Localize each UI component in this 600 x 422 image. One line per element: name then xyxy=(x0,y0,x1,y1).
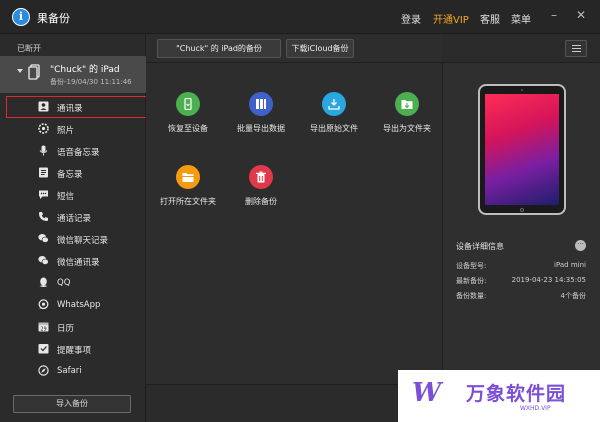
sidebar-item-voice-memos[interactable]: 语音备忘录 xyxy=(0,140,146,162)
login-link[interactable]: 登录 xyxy=(401,11,421,26)
sidebar-item-label: Safari xyxy=(57,366,82,376)
action-label: 打开所在文件夹 xyxy=(160,197,216,206)
watermark-url: WXHD.VIP xyxy=(520,405,551,412)
sidebar-item-call-history[interactable]: 通话记录 xyxy=(0,206,146,228)
sidebar-item-notes[interactable]: 备忘录 xyxy=(0,162,146,184)
action-label: 导出为文件夹 xyxy=(383,124,431,133)
notes-icon xyxy=(39,167,48,178)
action-label: 批量导出数据 xyxy=(237,124,285,133)
batch-export-button[interactable]: 批量导出数据 xyxy=(221,92,301,142)
whatsapp-icon xyxy=(38,299,49,310)
sidebar-item-label: 提醒事项 xyxy=(57,346,92,356)
action-label: 恢复至设备 xyxy=(168,124,208,133)
phone-icon xyxy=(39,212,48,221)
detail-value: 4个备份 xyxy=(560,292,586,300)
detail-key: 最新备份: xyxy=(456,277,487,285)
chevron-down-icon[interactable] xyxy=(17,69,23,73)
minimize-button[interactable]: – xyxy=(547,8,561,22)
sidebar-item-whatsapp[interactable]: WhatsApp xyxy=(0,294,146,316)
import-backup-button[interactable]: 导入备份 xyxy=(13,395,131,413)
watermark: W 万象软件园 WXHD.VIP xyxy=(398,370,600,422)
close-button[interactable]: ✕ xyxy=(574,8,588,22)
menu-link[interactable]: 菜单 xyxy=(511,11,531,26)
sidebar-item-label: 微信通讯录 xyxy=(57,258,100,268)
connection-status: 已断开 xyxy=(17,44,41,53)
export-folder-icon xyxy=(395,92,419,116)
action-label: 删除备份 xyxy=(245,197,277,206)
sidebar-item-label: 备忘录 xyxy=(57,170,83,180)
contacts-icon xyxy=(38,101,49,112)
action-label: 导出原始文件 xyxy=(310,124,358,133)
sidebar-item-qq[interactable]: QQ xyxy=(0,272,146,294)
detail-key: 设备型号: xyxy=(456,262,487,270)
sidebar-item-calendar[interactable]: 29 日历 xyxy=(0,316,146,338)
sidebar-item-messages[interactable]: 短信 xyxy=(0,184,146,206)
device-name: "Chuck" 的 iPad xyxy=(50,65,120,75)
calendar-icon: 29 xyxy=(38,322,49,332)
vip-link[interactable]: 开通VIP xyxy=(433,11,469,26)
export-raw-button[interactable]: 导出原始文件 xyxy=(294,92,374,142)
detail-value: 2019-04-23 14:35:05 xyxy=(511,276,586,284)
sidebar-item-contacts[interactable]: 通讯录 xyxy=(6,96,147,118)
sidebar-item-label: 通话记录 xyxy=(57,214,92,224)
device-backup-time: 备份-19/04/30 11:11:46 xyxy=(50,78,132,86)
ipad-image xyxy=(478,84,566,215)
delete-backup-icon xyxy=(249,165,273,189)
open-folder-button[interactable]: 打开所在文件夹 xyxy=(148,165,228,215)
delete-backup-button[interactable]: 删除备份 xyxy=(221,165,301,215)
service-link[interactable]: 客服 xyxy=(480,11,500,26)
qq-icon xyxy=(39,277,48,287)
photos-icon xyxy=(38,123,49,134)
sidebar-item-label: 语音备忘录 xyxy=(57,148,100,158)
message-icon xyxy=(39,190,48,199)
export-folder-button[interactable]: 导出为文件夹 xyxy=(367,92,447,142)
wechat-icon xyxy=(38,234,49,243)
sidebar-item-label: 短信 xyxy=(57,192,75,202)
svg-text:29: 29 xyxy=(40,326,46,332)
sidebar-item-label: QQ xyxy=(57,278,71,288)
open-folder-icon xyxy=(176,165,200,189)
list-icon xyxy=(572,45,581,46)
microphone-icon xyxy=(39,145,48,156)
ipad-screen xyxy=(485,94,559,205)
detail-value: iPad mini xyxy=(554,261,586,269)
restore-device-button[interactable]: 恢复至设备 xyxy=(148,92,228,142)
sidebar-item-label: 日历 xyxy=(57,324,75,334)
more-options-icon[interactable]: ··· xyxy=(575,240,586,251)
wechat-contacts-icon xyxy=(38,256,49,265)
sidebar-item-photos[interactable]: 照片 xyxy=(0,118,146,140)
app-logo-icon: i xyxy=(12,8,30,26)
safari-icon xyxy=(38,365,49,376)
title-bar: i 果备份 登录 开通VIP 客服 菜单 – ✕ xyxy=(0,0,600,34)
sidebar-item-reminders[interactable]: 提醒事项 xyxy=(0,338,146,360)
sidebar-item-label: 微信聊天记录 xyxy=(57,236,109,246)
restore-device-icon xyxy=(176,92,200,116)
detail-row-model: 设备型号: iPad mini xyxy=(456,261,586,273)
device-card[interactable]: "Chuck" 的 iPad 备份-19/04/30 11:11:46 xyxy=(0,56,146,93)
batch-export-icon xyxy=(249,92,273,116)
sidebar-item-wechat-contacts[interactable]: 微信通讯录 xyxy=(0,250,146,272)
detail-row-backup-count: 备份数量: 4个备份 xyxy=(456,291,586,303)
sidebar: 已断开 "Chuck" 的 iPad 备份-19/04/30 11:11:46 … xyxy=(0,35,147,422)
main-content: "Chuck" 的 iPad的备份 下载iCloud备份 恢复至设备 批量导出数… xyxy=(146,35,600,422)
tab-ipad-backup[interactable]: "Chuck" 的 iPad的备份 xyxy=(157,39,281,58)
sidebar-item-safari[interactable]: Safari xyxy=(0,360,146,382)
sidebar-item-label: 照片 xyxy=(57,126,75,136)
reminder-icon xyxy=(38,344,49,354)
list-menu-button[interactable] xyxy=(565,40,587,57)
app-title: 果备份 xyxy=(37,12,70,25)
sidebar-item-wechat-chats[interactable]: 微信聊天记录 xyxy=(0,228,146,250)
watermark-text: 万象软件园 xyxy=(466,383,567,405)
sidebar-item-label: 通讯录 xyxy=(57,104,83,114)
export-raw-icon xyxy=(322,92,346,116)
detail-key: 备份数量: xyxy=(456,292,487,300)
tab-icloud-download[interactable]: 下载iCloud备份 xyxy=(286,39,354,58)
device-detail-panel: 设备详细信息 ··· 设备型号: iPad mini 最新备份: 2019-04… xyxy=(442,63,600,384)
sidebar-item-label: WhatsApp xyxy=(57,300,101,310)
watermark-logo: W xyxy=(412,378,442,408)
device-details-title: 设备详细信息 xyxy=(456,242,504,251)
tablet-icon xyxy=(28,64,40,80)
detail-row-latest-backup: 最新备份: 2019-04-23 14:35:05 xyxy=(456,276,586,288)
